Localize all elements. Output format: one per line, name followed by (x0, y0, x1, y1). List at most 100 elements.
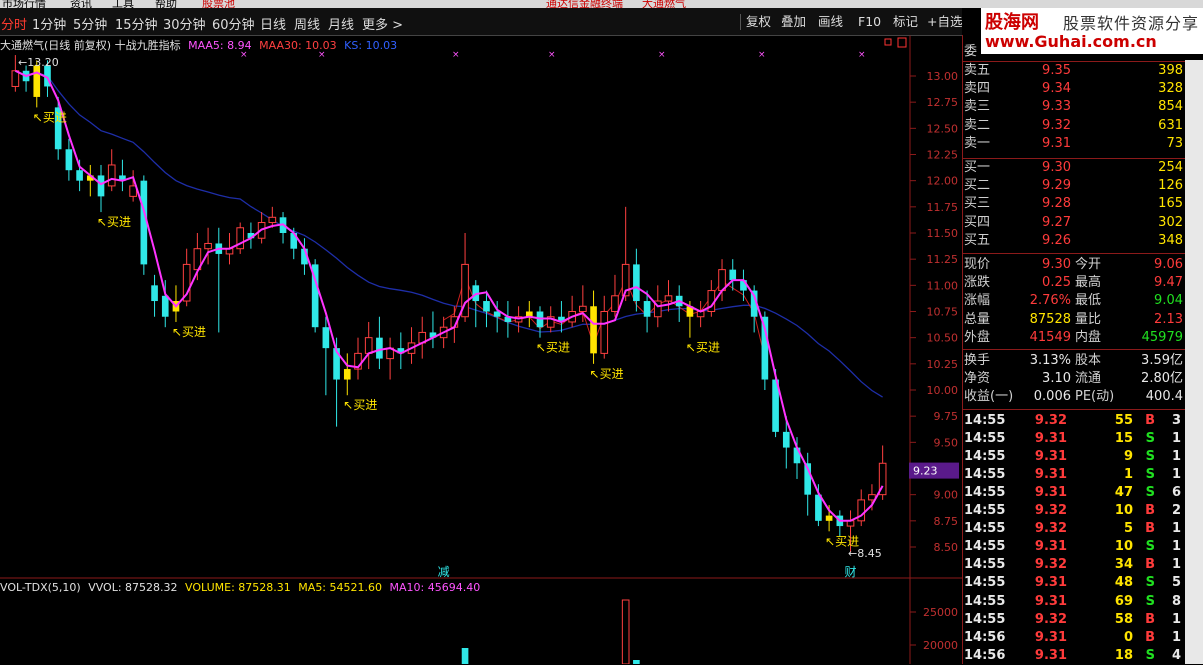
event-marker: 财 (845, 565, 857, 579)
tick-time: 14:55 (964, 557, 1006, 573)
period-more[interactable]: 更多 > (362, 14, 403, 33)
ask-volume: 854 (1158, 99, 1183, 115)
stat-value: 0.25 (1042, 275, 1071, 291)
candle-body (729, 269, 737, 281)
finance-value: 0.006 (1033, 389, 1071, 405)
period-15min[interactable]: 15分钟 (115, 14, 158, 33)
candle-body (11, 70, 20, 87)
stat-label: 外盘 (964, 329, 991, 345)
low-price-label: ←8.45 (848, 547, 882, 560)
ks-value: KS: 10.03 (344, 39, 398, 52)
draw-line-button[interactable]: 画线 (818, 12, 843, 31)
tick-count: 3 (1171, 413, 1181, 428)
menu-help[interactable]: 帮助 (155, 0, 177, 8)
menu-tools[interactable]: 工具 (112, 0, 134, 8)
price-tick-label: 10.25 (927, 358, 959, 371)
tick-time: 14:55 (964, 431, 1006, 447)
menu-stock-pool[interactable]: 股票池 (202, 0, 235, 8)
candle-body (825, 515, 833, 521)
tick-time: 14:55 (964, 611, 1006, 627)
tick-volume: 34 (1114, 557, 1133, 573)
tick-price: 9.31 (1034, 539, 1067, 555)
quote-divider-stats (963, 253, 1185, 254)
price-tick-label: 12.75 (927, 96, 959, 109)
tick-side: S (1145, 485, 1155, 501)
ask-label: 卖二 (964, 117, 991, 133)
cross-marker: × (658, 50, 666, 60)
app-title: 通达信金融终端 (546, 0, 623, 8)
tick-side: S (1145, 575, 1155, 591)
bid-price: 9.29 (1042, 178, 1071, 194)
toolbar-separator (740, 14, 741, 30)
ask-label: 卖五 (964, 63, 991, 78)
ask-label: 卖三 (964, 99, 991, 115)
ask-price: 9.34 (1042, 81, 1071, 97)
price-tick-label: 11.25 (927, 253, 959, 266)
tick-price: 9.31 (1034, 431, 1067, 447)
period-30min[interactable]: 30分钟 (163, 14, 206, 33)
kline-chart[interactable]: ↖买进↖买进↖买进↖买进↖买进↖买进↖买进↖买进减 财←13.20←8.45 13… (0, 35, 962, 664)
bid-label: 买三 (964, 196, 991, 212)
tick-count: 1 (1171, 467, 1181, 483)
tick-price: 9.31 (1034, 629, 1067, 645)
finance-label: 净资 (964, 371, 991, 387)
stat-value-2: 2.13 (1154, 311, 1183, 327)
finance-value-2: 400.4 (1145, 389, 1183, 405)
vol-ma5-value: MA5: 54521.60 (298, 581, 382, 594)
bid-label: 买二 (964, 178, 991, 194)
overlay-button[interactable]: 叠加 (781, 12, 806, 31)
period-60min[interactable]: 60分钟 (212, 14, 255, 33)
bid-volume: 302 (1158, 214, 1183, 230)
f10-button[interactable]: F10 (858, 12, 881, 31)
price-tick-label: 13.00 (927, 70, 959, 83)
candle-body (364, 337, 373, 354)
menu-news[interactable]: 资讯 (70, 0, 92, 8)
tick-side: B (1145, 611, 1155, 627)
tick-volume: 48 (1114, 575, 1133, 591)
stat-value-2: 9.47 (1154, 275, 1183, 291)
cross-marker: × (452, 50, 460, 60)
vol-ma10-value: MA10: 45694.40 (389, 581, 481, 594)
price-tick-label: 11.00 (927, 279, 959, 292)
candle-body (322, 327, 330, 349)
stat-label-2: 最低 (1075, 293, 1102, 309)
tick-side: B (1145, 521, 1155, 537)
mark-button[interactable]: 标记 (893, 12, 918, 31)
tick-count: 2 (1171, 503, 1181, 519)
bid-price: 9.28 (1042, 196, 1071, 212)
quote-divider-finance (963, 349, 1185, 350)
ask-volume: 328 (1158, 81, 1183, 97)
tick-price: 9.32 (1034, 557, 1067, 573)
period-1min[interactable]: 1分钟 (32, 14, 66, 33)
quote-header-label: 委 (964, 44, 978, 59)
vol-indicator: VOL-TDX(5,10) (0, 581, 81, 594)
tick-side: B (1145, 557, 1155, 573)
tick-side: S (1145, 647, 1155, 663)
price-tick-label: 10.50 (927, 332, 959, 345)
tick-volume: 18 (1114, 647, 1133, 663)
menu-market[interactable]: 市场行情 (2, 0, 46, 8)
tick-count: 1 (1171, 449, 1181, 465)
chart-grid (0, 35, 962, 664)
bid-price: 9.30 (1042, 160, 1071, 175)
finance-value-2: 3.59亿 (1141, 353, 1183, 368)
tick-count: 5 (1171, 575, 1181, 591)
tick-price: 9.31 (1034, 467, 1067, 483)
ask-volume: 73 (1166, 135, 1183, 151)
cross-marker: × (858, 50, 866, 60)
period-day[interactable]: 日线 (260, 14, 286, 33)
fuquan-button[interactable]: 复权 (746, 12, 771, 31)
buy-signal: ↖买进 (343, 398, 377, 412)
tick-count: 4 (1171, 647, 1181, 663)
finance-label-2: 流通 (1075, 371, 1102, 387)
bid-label: 买五 (964, 232, 991, 248)
period-5min[interactable]: 5分钟 (73, 14, 107, 33)
price-tick-label: 9.75 (934, 410, 959, 423)
period-month[interactable]: 月线 (328, 14, 354, 33)
side-scrollbar[interactable] (1185, 60, 1203, 664)
buy-signal: ↖买进 (97, 215, 131, 229)
event-marker: 减 (438, 565, 450, 579)
period-week[interactable]: 周线 (294, 14, 320, 33)
add-watchlist-button[interactable]: +自选 (927, 12, 962, 31)
period-fenshi[interactable]: 分时 (1, 14, 27, 33)
